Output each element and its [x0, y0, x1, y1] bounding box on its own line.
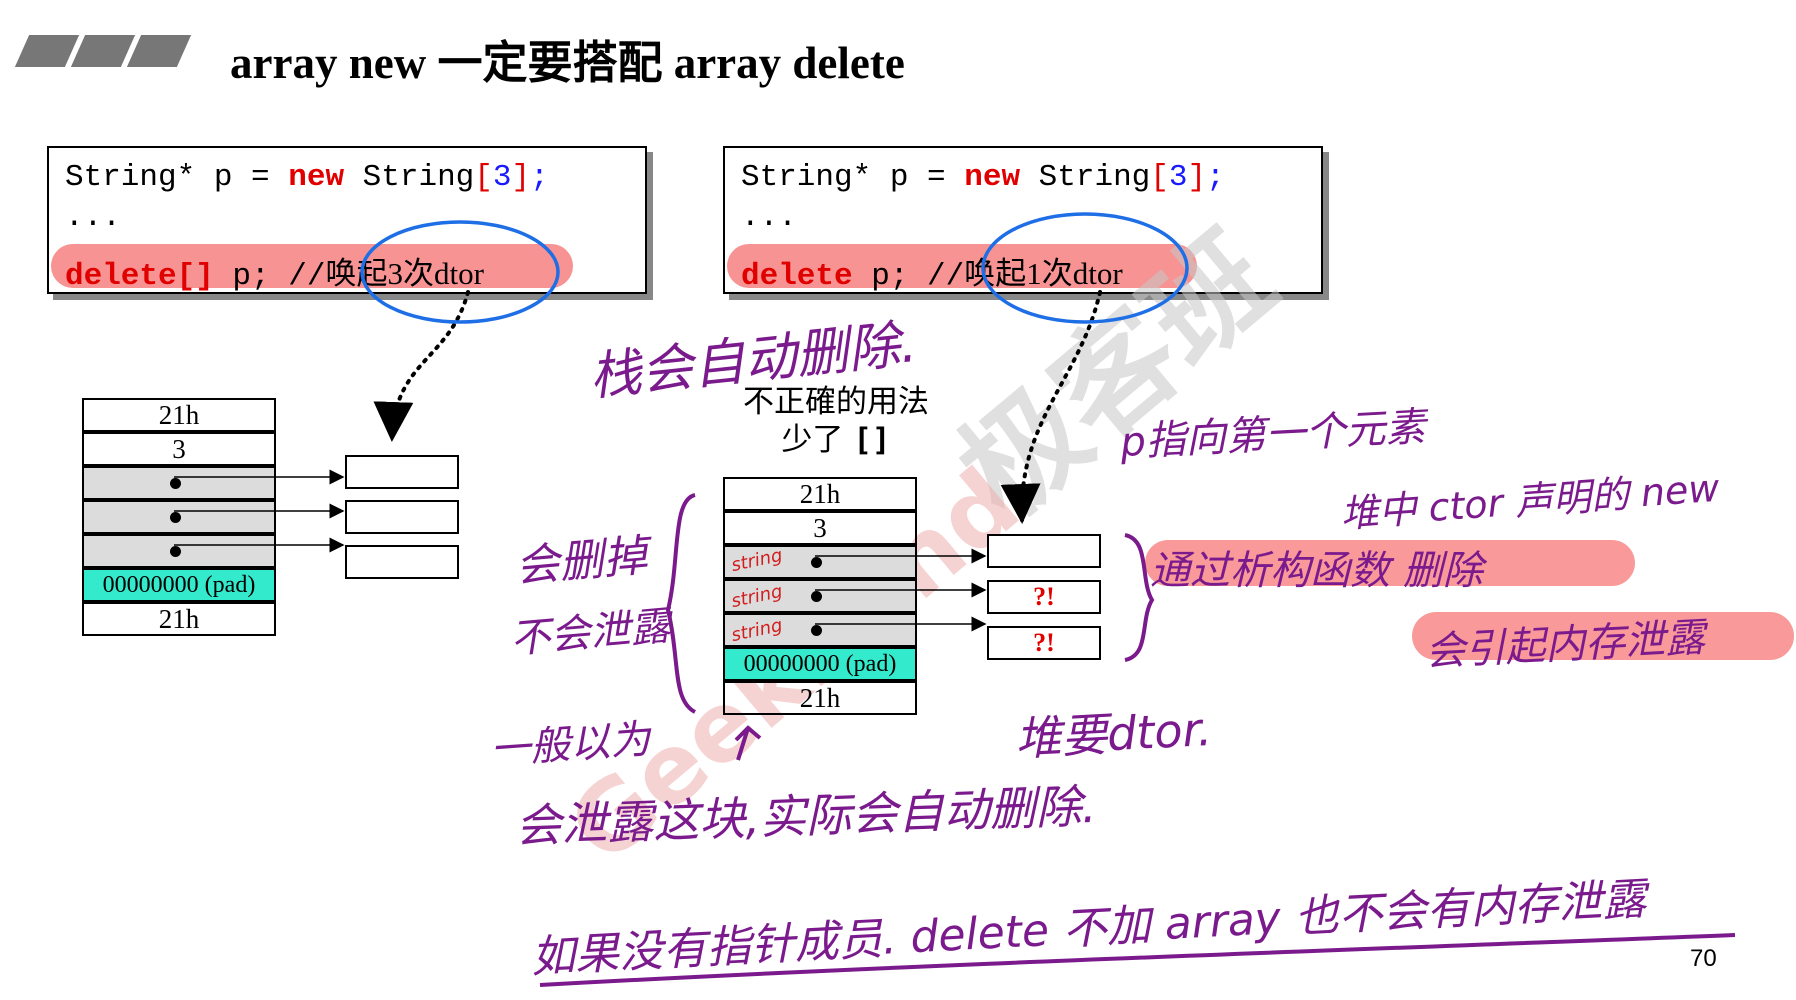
left-brace [665, 493, 697, 714]
up-arrow [734, 725, 762, 761]
left-dtor-circle [360, 220, 560, 324]
page-number: 70 [1690, 945, 1717, 972]
note-dtor-delete: 通过析构函数 删除 [1150, 548, 1483, 594]
note-heap-need-dtor: 堆要dtor. [1013, 701, 1214, 767]
note-will-delete: 会删掉 [513, 530, 650, 593]
note-general-belief: 一般以为 [488, 716, 652, 774]
right-dtor-circle [981, 212, 1189, 324]
right-dtor-dotted-arrow [1000, 290, 1102, 524]
